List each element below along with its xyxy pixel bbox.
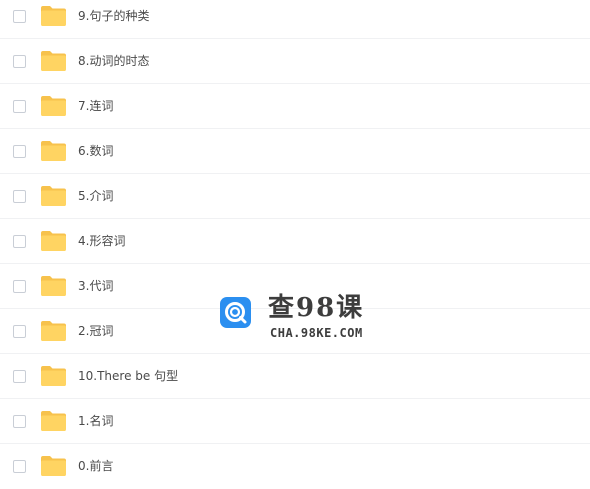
row-checkbox[interactable] — [13, 415, 26, 428]
list-item[interactable]: 4.形容词 — [0, 219, 590, 264]
folder-icon — [40, 5, 67, 27]
folder-icon — [40, 95, 67, 117]
row-checkbox[interactable] — [13, 100, 26, 113]
watermark-domain: CHA.98KE.COM — [270, 326, 363, 340]
folder-name[interactable]: 5.介词 — [78, 188, 113, 204]
folder-icon — [40, 185, 67, 207]
folder-icon — [40, 455, 67, 477]
list-item[interactable]: 7.连词 — [0, 84, 590, 129]
row-checkbox[interactable] — [13, 145, 26, 158]
list-item[interactable]: 1.名词 — [0, 399, 590, 444]
row-checkbox[interactable] — [13, 190, 26, 203]
folder-name[interactable]: 6.数词 — [78, 143, 113, 159]
file-list: 9.句子的种类 8.动词的时态 7.连词 6.数词 5.介词 4.形容词 3.代词 2.冠词 1… — [0, 0, 590, 489]
row-checkbox[interactable] — [13, 460, 26, 473]
row-checkbox[interactable] — [13, 10, 26, 23]
folder-name[interactable]: 0.前言 — [78, 458, 113, 474]
watermark: 查98课 CHA.98KE.COM — [220, 293, 380, 343]
list-item[interactable]: 10.There be 句型 — [0, 354, 590, 399]
folder-name[interactable]: 7.连词 — [78, 98, 113, 114]
folder-name[interactable]: 8.动词的时态 — [78, 53, 149, 69]
folder-name[interactable]: 9.句子的种类 — [78, 8, 149, 24]
folder-icon — [40, 230, 67, 252]
row-checkbox[interactable] — [13, 325, 26, 338]
folder-name[interactable]: 10.There be 句型 — [78, 368, 178, 384]
search-logo-icon — [220, 297, 251, 328]
folder-icon — [40, 320, 67, 342]
folder-icon — [40, 365, 67, 387]
folder-icon — [40, 275, 67, 297]
folder-icon — [40, 50, 67, 72]
folder-icon — [40, 410, 67, 432]
row-checkbox[interactable] — [13, 280, 26, 293]
list-item[interactable]: 0.前言 — [0, 444, 590, 489]
folder-name[interactable]: 2.冠词 — [78, 323, 113, 339]
folder-name[interactable]: 4.形容词 — [78, 233, 125, 249]
watermark-title: 查98课 — [268, 293, 365, 323]
list-item[interactable]: 9.句子的种类 — [0, 0, 590, 39]
folder-name[interactable]: 3.代词 — [78, 278, 113, 294]
folder-name[interactable]: 1.名词 — [78, 413, 113, 429]
list-item[interactable]: 5.介词 — [0, 174, 590, 219]
list-item[interactable]: 6.数词 — [0, 129, 590, 174]
list-item[interactable]: 8.动词的时态 — [0, 39, 590, 84]
row-checkbox[interactable] — [13, 55, 26, 68]
row-checkbox[interactable] — [13, 235, 26, 248]
folder-icon — [40, 140, 67, 162]
row-checkbox[interactable] — [13, 370, 26, 383]
